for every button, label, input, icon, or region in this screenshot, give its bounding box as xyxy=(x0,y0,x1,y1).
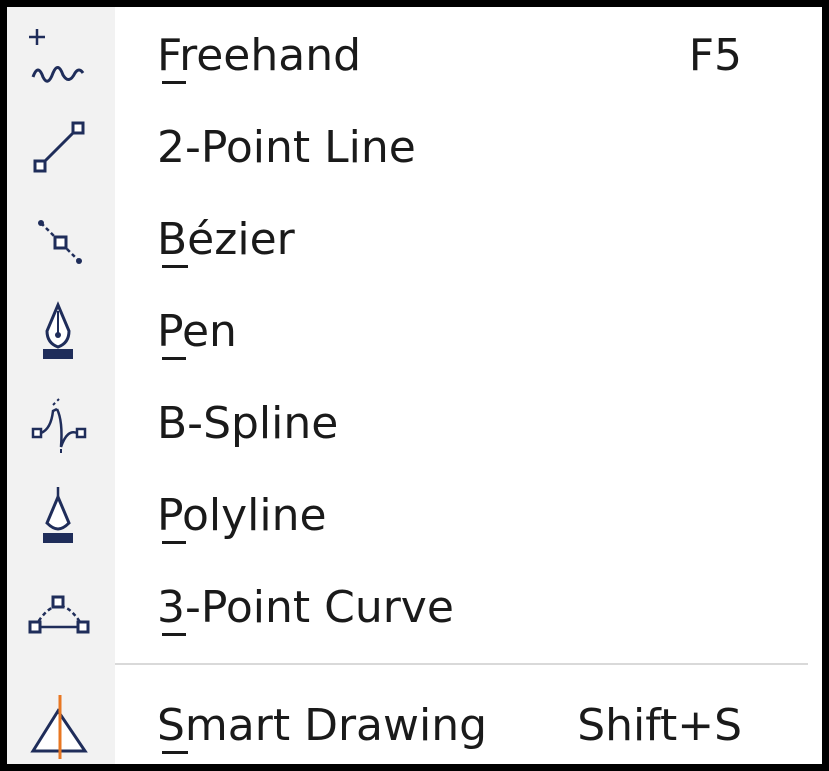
bezier-icon xyxy=(23,207,93,273)
menu-item-freehand[interactable]: Freehand F5 xyxy=(7,11,822,101)
menu-item-label: Smart Drawing xyxy=(157,700,488,751)
menu-item-label: Pen xyxy=(157,306,237,357)
menu-item-shortcut: Shift+S xyxy=(577,700,742,751)
pen-icon xyxy=(23,299,93,365)
mnemonic-underline xyxy=(162,751,188,754)
polyline-icon xyxy=(23,483,93,549)
mnemonic-underline xyxy=(162,357,186,360)
three-point-curve-icon xyxy=(23,575,93,641)
mnemonic-underline xyxy=(162,633,186,636)
menu-item-label: Polyline xyxy=(157,490,327,541)
menu-item-label: Freehand xyxy=(157,30,362,81)
menu-item-smart-drawing[interactable]: Smart Drawing Shift+S xyxy=(7,681,822,771)
menu-item-b-spline[interactable]: B-Spline xyxy=(7,379,822,469)
menu-item-label: 3-Point Curve xyxy=(157,582,454,633)
menu-item-3-point-curve[interactable]: 3-Point Curve xyxy=(7,563,822,653)
freehand-icon xyxy=(23,23,93,89)
drawing-tools-menu: Freehand F5 2-Point Line Bézier Pen B-Sp… xyxy=(0,0,829,771)
menu-item-label: Bézier xyxy=(157,214,295,265)
menu-item-label: 2-Point Line xyxy=(157,122,416,173)
menu-item-2-point-line[interactable]: 2-Point Line xyxy=(7,103,822,193)
menu-divider xyxy=(115,663,808,665)
menu-item-polyline[interactable]: Polyline xyxy=(7,471,822,561)
menu-item-shortcut: F5 xyxy=(688,30,742,81)
menu-item-pen[interactable]: Pen xyxy=(7,287,822,377)
menu-item-bezier[interactable]: Bézier xyxy=(7,195,822,285)
mnemonic-underline xyxy=(162,541,186,544)
b-spline-icon xyxy=(23,391,93,457)
smart-drawing-icon xyxy=(23,693,93,759)
menu-item-label: B-Spline xyxy=(157,398,339,449)
two-point-line-icon xyxy=(23,115,93,181)
mnemonic-underline xyxy=(162,81,186,84)
mnemonic-underline xyxy=(162,265,188,268)
